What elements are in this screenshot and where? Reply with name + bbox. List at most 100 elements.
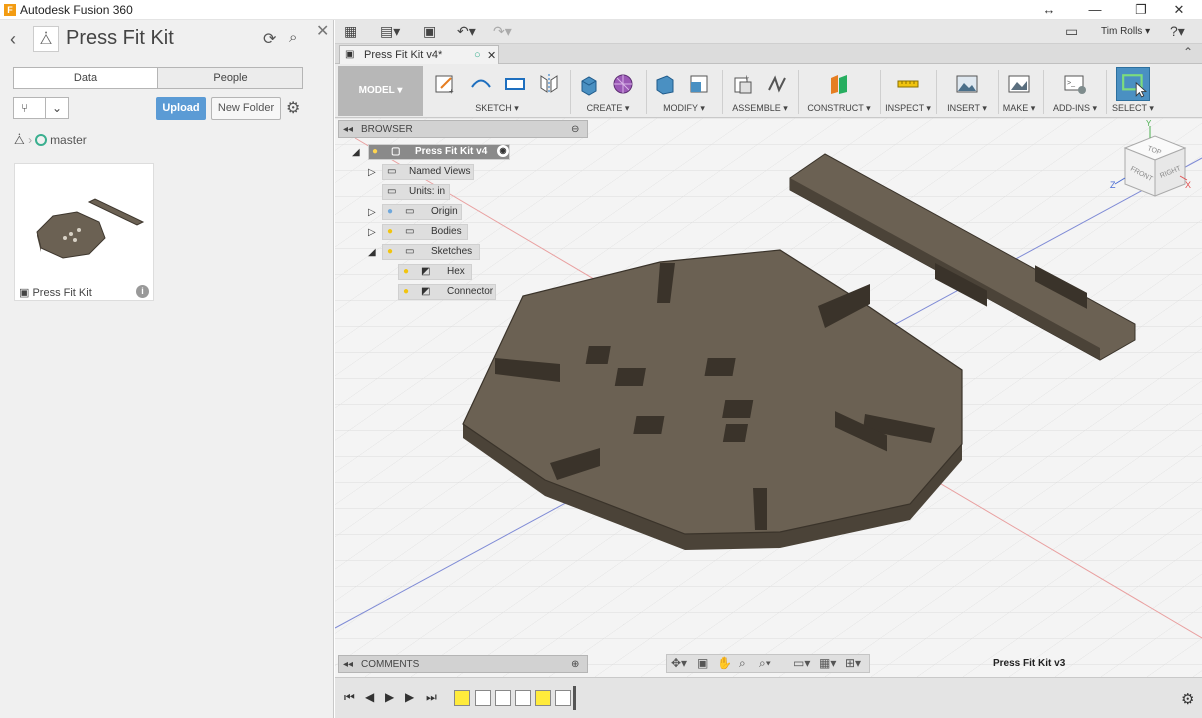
lightbulb-icon[interactable]: ● bbox=[403, 265, 409, 279]
browser-panel-header[interactable]: ◂◂ BROWSER ⊖ bbox=[338, 120, 588, 138]
resize-icon[interactable]: ↔ bbox=[1026, 0, 1072, 20]
press-pull-icon[interactable] bbox=[653, 72, 677, 96]
activate-icon[interactable]: ◉ bbox=[497, 145, 509, 157]
timeline-end-icon[interactable]: ⏭ bbox=[426, 690, 437, 705]
close-panel-icon[interactable]: ✕ bbox=[316, 21, 329, 41]
timeline-extrude-feature[interactable] bbox=[454, 690, 470, 706]
lightbulb-icon[interactable]: ● bbox=[403, 285, 409, 299]
undo-icon[interactable]: ↶▾ bbox=[457, 23, 476, 40]
create-sketch-icon[interactable]: + bbox=[433, 72, 457, 96]
timeline-start-icon[interactable]: ⏮ bbox=[344, 690, 355, 705]
expand-root-icon[interactable]: ◢ bbox=[352, 147, 360, 158]
refresh-icon[interactable]: ⟳ bbox=[263, 29, 276, 49]
browser-root[interactable]: ● ▢ Press Fit Kit v4 ◉ bbox=[368, 144, 510, 160]
breadcrumb[interactable]: ⧊ › master bbox=[14, 133, 87, 148]
fit-icon[interactable]: ⌕▾ bbox=[759, 656, 771, 671]
offset-plane-icon[interactable] bbox=[827, 72, 851, 96]
back-icon[interactable]: ‹ bbox=[10, 29, 16, 50]
expand-origin-icon[interactable]: ▷ bbox=[368, 207, 376, 218]
lightbulb-icon[interactable]: ● bbox=[372, 145, 378, 159]
timeline-sketch-feature[interactable] bbox=[475, 690, 491, 706]
insert-image-icon[interactable] bbox=[955, 72, 979, 96]
minimize-browser-icon[interactable]: ⊖ bbox=[571, 124, 579, 135]
lightbulb-icon[interactable]: ● bbox=[387, 245, 393, 259]
browser-node-origin[interactable]: ● ▭ Origin bbox=[382, 204, 462, 220]
canvas-viewport[interactable]: TOP FRONT RIGHT Y Z X bbox=[335, 118, 1202, 677]
ribbon-group-sketch[interactable]: + SKETCH ▾ bbox=[427, 64, 567, 118]
ribbon-group-add-ins[interactable]: >_ ADD-INS ▾ bbox=[1047, 64, 1103, 118]
collapse-icon[interactable]: ⌃ bbox=[1183, 45, 1193, 59]
browser-node-bodies[interactable]: ● ▭ Bodies bbox=[382, 224, 468, 240]
model-canvas[interactable]: TOP FRONT RIGHT Y Z X bbox=[335, 118, 1202, 677]
timeline-component-feature[interactable] bbox=[555, 690, 571, 706]
tab-document[interactable]: ▣ Press Fit Kit v4* ○ ✕ bbox=[339, 45, 499, 64]
save-icon[interactable]: ▣ bbox=[423, 23, 436, 40]
timeline-extrude-feature[interactable] bbox=[515, 690, 531, 706]
design-card[interactable]: ▣ Press Fit Kit i bbox=[14, 163, 154, 301]
lightbulb-icon[interactable]: ● bbox=[387, 205, 393, 219]
select-cursor-icon[interactable] bbox=[1121, 72, 1147, 98]
new-folder-button[interactable]: New Folder bbox=[211, 97, 281, 120]
ribbon-group-make[interactable]: MAKE ▾ bbox=[1001, 64, 1037, 118]
ribbon-group-insert[interactable]: INSERT ▾ bbox=[939, 64, 995, 118]
mirror-icon[interactable] bbox=[537, 72, 561, 96]
file-menu-icon[interactable]: ▤▾ bbox=[380, 23, 400, 40]
orbit-icon[interactable]: ✥▾ bbox=[671, 656, 687, 670]
form-icon[interactable] bbox=[611, 72, 635, 96]
browser-node-hex-sketch[interactable]: ● ◩ Hex bbox=[398, 264, 472, 280]
close-tab-icon[interactable]: ✕ bbox=[487, 49, 496, 62]
lightbulb-icon[interactable]: ● bbox=[387, 225, 393, 239]
timeline-back-icon[interactable]: ◀ bbox=[365, 690, 374, 704]
browser-node-named-views[interactable]: ▭ Named Views bbox=[382, 164, 474, 180]
apps-grid-icon[interactable]: ▦ bbox=[344, 23, 357, 40]
upload-button[interactable]: Upload bbox=[156, 97, 206, 120]
ribbon-group-assemble[interactable]: + ASSEMBLE ▾ bbox=[725, 64, 795, 118]
look-at-icon[interactable]: ▣ bbox=[697, 656, 708, 670]
new-component-icon[interactable]: + bbox=[731, 72, 755, 96]
display-settings-icon[interactable]: ▭▾ bbox=[793, 656, 810, 670]
ribbon-group-construct[interactable]: CONSTRUCT ▾ bbox=[801, 64, 877, 118]
ribbon-group-inspect[interactable]: INSPECT ▾ bbox=[883, 64, 933, 118]
arc-icon[interactable] bbox=[469, 72, 493, 96]
browser-node-units[interactable]: ▭ Units: in bbox=[382, 184, 450, 200]
close-window-button[interactable]: ✕ bbox=[1156, 0, 1202, 20]
expand-bodies-icon[interactable]: ▷ bbox=[368, 227, 376, 238]
help-icon[interactable]: ?▾ bbox=[1170, 23, 1185, 40]
measure-icon[interactable] bbox=[896, 72, 920, 96]
zoom-icon[interactable]: ⌕ bbox=[739, 656, 746, 671]
gear-icon[interactable]: ⚙ bbox=[286, 98, 300, 118]
extrude-icon[interactable] bbox=[577, 72, 601, 96]
tab-people[interactable]: People bbox=[159, 68, 302, 88]
viewports-icon[interactable]: ⊞▾ bbox=[845, 656, 861, 670]
expand-named-views-icon[interactable]: ▷ bbox=[368, 167, 376, 178]
info-icon[interactable]: i bbox=[136, 285, 149, 298]
timeline-sketch-feature[interactable] bbox=[495, 690, 511, 706]
timeline-play-icon[interactable]: ▶ bbox=[385, 690, 394, 704]
comments-panel-header[interactable]: ◂◂ COMMENTS ⊕ bbox=[338, 655, 588, 673]
collapse-browser-icon[interactable]: ◂◂ bbox=[343, 124, 353, 135]
rectangle-icon[interactable] bbox=[503, 72, 527, 96]
timeline-forward-icon[interactable]: ▶ bbox=[405, 690, 414, 704]
minimize-button[interactable]: — bbox=[1072, 0, 1118, 20]
tab-data[interactable]: Data bbox=[14, 68, 158, 88]
ribbon-group-create[interactable]: CREATE ▾ bbox=[573, 64, 643, 118]
select-tool-highlight[interactable] bbox=[1116, 67, 1150, 101]
job-status-icon[interactable]: ▭ bbox=[1065, 23, 1078, 40]
timeline-settings-icon[interactable]: ⚙ bbox=[1181, 690, 1194, 708]
joint-icon[interactable] bbox=[765, 72, 789, 96]
collapse-sketches-icon[interactable]: ◢ bbox=[368, 247, 376, 258]
branch-selector[interactable]: ⑂ ⌄ bbox=[13, 97, 69, 119]
browser-node-sketches[interactable]: ● ▭ Sketches bbox=[382, 244, 480, 260]
grid-settings-icon[interactable]: ▦▾ bbox=[819, 656, 836, 670]
user-menu[interactable]: Tim Rolls ▾ bbox=[1101, 26, 1150, 37]
add-comment-icon[interactable]: ⊕ bbox=[571, 659, 579, 670]
fillet-icon[interactable] bbox=[687, 72, 711, 96]
pan-icon[interactable]: ✋ bbox=[717, 656, 732, 670]
ribbon-group-select[interactable]: SELECT ▾ bbox=[1111, 64, 1155, 118]
browser-node-connector-sketch[interactable]: ● ◩ Connector bbox=[398, 284, 496, 300]
collapse-comments-icon[interactable]: ◂◂ bbox=[343, 659, 353, 670]
workspace-selector[interactable]: MODEL ▾ bbox=[338, 66, 423, 116]
3d-print-icon[interactable] bbox=[1007, 72, 1031, 96]
timeline-extrude-feature[interactable] bbox=[535, 690, 551, 706]
timeline-marker[interactable] bbox=[573, 686, 576, 710]
